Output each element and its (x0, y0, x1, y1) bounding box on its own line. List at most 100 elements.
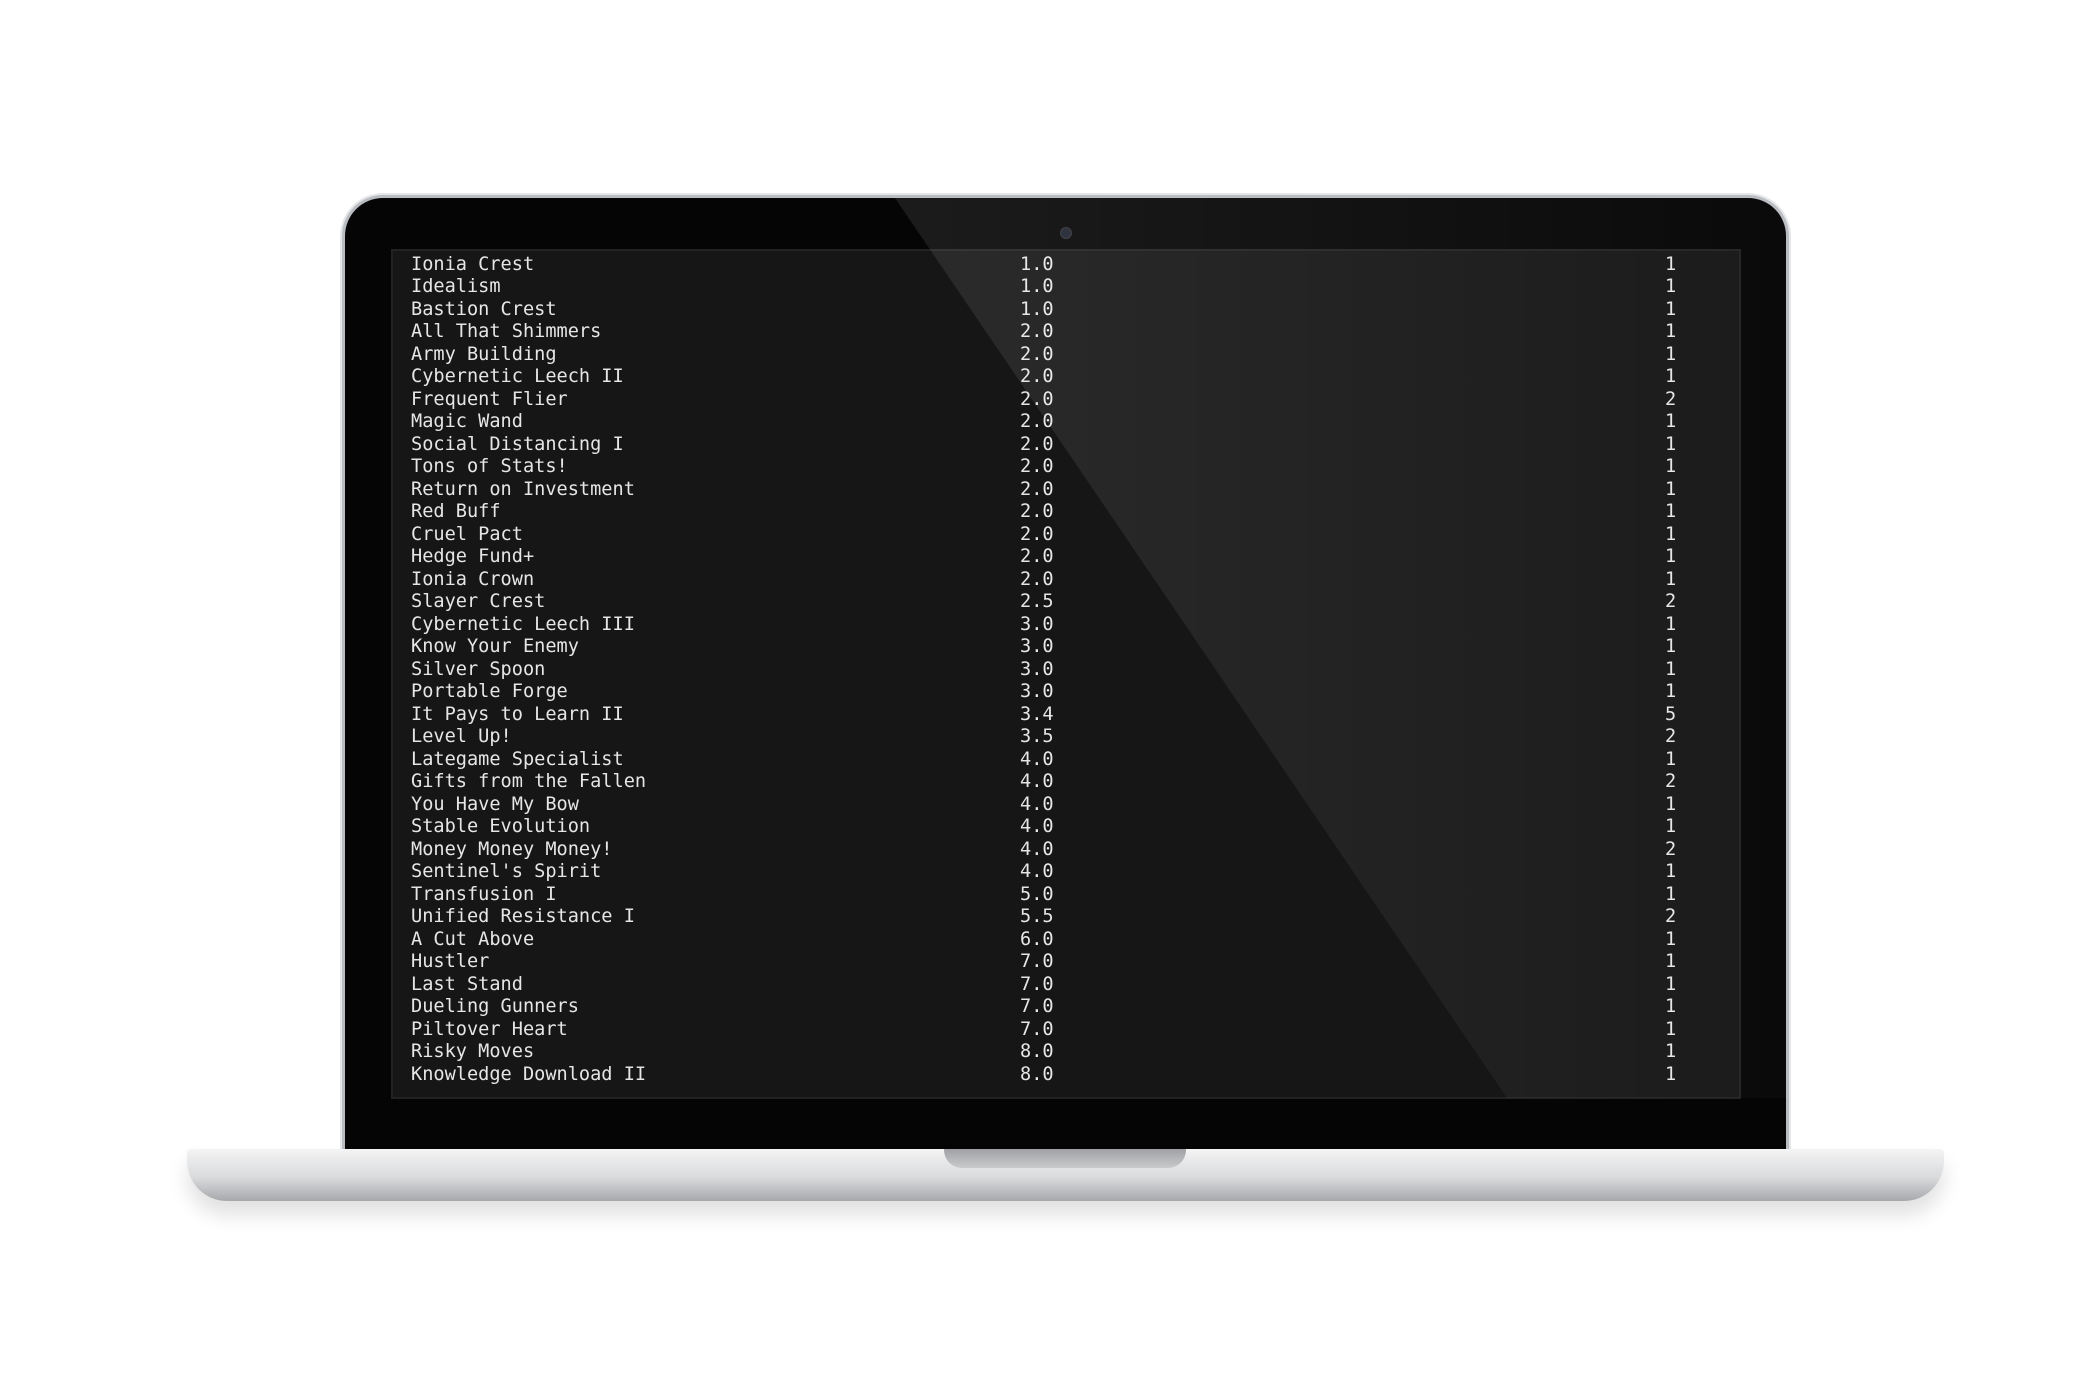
row-name: Cybernetic Leech III (411, 613, 635, 635)
output-row: Social Distancing I 2.0 1 (393, 434, 1739, 457)
row-count: 1 (1665, 1041, 1677, 1062)
terminal-output: Healing Orbs I1.01Ionia Crest1.01Idealis… (393, 251, 1739, 1087)
row-count: 1 (1665, 276, 1677, 297)
row-value: 7.0 (1020, 996, 1054, 1017)
row-name: Ionia Crest (411, 253, 535, 275)
row-count: 1 (1665, 546, 1677, 567)
row-value: 4.0 (1020, 838, 1054, 860)
terminal-window[interactable]: Healing Orbs I1.01Ionia Crest1.01Idealis… (391, 249, 1741, 1099)
row-count: 1 (1665, 253, 1677, 275)
row-name: You Have My Bow (411, 793, 579, 815)
output-row: Piltover Heart 7.0 1 (393, 1019, 1739, 1042)
row-count: 2 (1665, 771, 1677, 792)
row-name: Unified Resistance I (411, 906, 635, 927)
row-value: 2.0 (1020, 456, 1054, 477)
output-row: Army Building 2.0 1 (393, 344, 1739, 367)
row-count: 2 (1665, 388, 1677, 410)
output-row: Sentinel's Spirit 4.0 1 (393, 861, 1739, 884)
row-name: Return on Investment (411, 478, 635, 500)
row-count: 1 (1665, 456, 1677, 477)
row-count: 1 (1665, 681, 1677, 702)
row-value: 2.0 (1020, 523, 1054, 545)
output-row: Red Buff 2.0 1 (393, 501, 1739, 524)
row-name: Portable Forge (411, 681, 568, 702)
row-count: 1 (1665, 883, 1677, 905)
output-row: Dueling Gunners 7.0 1 (393, 996, 1739, 1019)
row-name: Idealism (411, 276, 501, 297)
output-row: Transfusion I 5.0 1 (393, 884, 1739, 907)
row-count: 1 (1665, 321, 1677, 342)
row-name: Transfusion I (411, 883, 557, 905)
row-name: Risky Moves (411, 1041, 535, 1062)
row-count: 1 (1665, 411, 1677, 432)
row-count: 1 (1665, 996, 1677, 1017)
row-name: Cruel Pact (411, 523, 523, 545)
row-count: 2 (1665, 591, 1677, 612)
row-count: 1 (1665, 433, 1677, 455)
output-row: Hustler 7.0 1 (393, 951, 1739, 974)
row-name: Red Buff (411, 501, 501, 522)
row-value: 4.0 (1020, 816, 1054, 837)
webcam-icon (1060, 227, 1072, 239)
row-value: 6.0 (1020, 928, 1054, 950)
row-name: Bastion Crest (411, 298, 557, 320)
row-name: All That Shimmers (411, 321, 602, 342)
row-name: Tons of Stats! (411, 456, 568, 477)
output-row: Level Up! 3.5 2 (393, 726, 1739, 749)
output-row: Last Stand 7.0 1 (393, 974, 1739, 997)
row-name: Lategame Specialist (411, 748, 624, 770)
row-count: 1 (1665, 613, 1677, 635)
row-name: Money Money Money! (411, 838, 613, 860)
row-count: 1 (1665, 523, 1677, 545)
output-row: Hedge Fund+ 2.0 1 (393, 546, 1739, 569)
output-row: Magic Wand 2.0 1 (393, 411, 1739, 434)
row-name: Silver Spoon (411, 658, 546, 680)
row-value: 1.0 (1020, 298, 1054, 320)
row-name: A Cut Above (411, 928, 535, 950)
laptop-notch (944, 1149, 1186, 1168)
output-row: Knowledge Download II 8.0 1 (393, 1064, 1739, 1087)
output-row: Silver Spoon 3.0 1 (393, 659, 1739, 682)
row-value: 4.0 (1020, 748, 1054, 770)
row-name: Sentinel's Spirit (411, 861, 602, 882)
row-count: 2 (1665, 906, 1677, 927)
row-value: 7.0 (1020, 973, 1054, 995)
row-name: Knowledge Download II (411, 1063, 647, 1085)
row-value: 2.0 (1020, 343, 1054, 365)
output-row: Ionia Crest 1.0 1 (393, 254, 1739, 277)
row-value: 5.0 (1020, 883, 1054, 905)
row-value: 2.0 (1020, 388, 1054, 410)
row-value: 2.0 (1020, 546, 1054, 567)
row-count: 1 (1665, 298, 1677, 320)
row-name: It Pays to Learn II (411, 703, 624, 725)
row-value: 4.0 (1020, 861, 1054, 882)
row-count: 1 (1665, 816, 1677, 837)
row-count: 1 (1665, 1018, 1677, 1040)
row-count: 1 (1665, 748, 1677, 770)
row-name: Gifts from the Fallen (411, 771, 647, 792)
row-name: Level Up! (411, 726, 512, 747)
row-value: 2.0 (1020, 321, 1054, 342)
row-value: 7.0 (1020, 1018, 1054, 1040)
row-value: 1.0 (1020, 276, 1054, 297)
output-row: Cruel Pact 2.0 1 (393, 524, 1739, 547)
output-row: Return on Investment 2.0 1 (393, 479, 1739, 502)
row-count: 1 (1665, 501, 1677, 522)
row-count: 1 (1665, 861, 1677, 882)
row-value: 3.0 (1020, 681, 1054, 702)
row-count: 1 (1665, 951, 1677, 972)
output-row: Idealism 1.0 1 (393, 276, 1739, 299)
output-row: Bastion Crest 1.0 1 (393, 299, 1739, 322)
row-value: 4.0 (1020, 793, 1054, 815)
output-row: Lategame Specialist 4.0 1 (393, 749, 1739, 772)
row-value: 2.0 (1020, 478, 1054, 500)
row-value: 2.0 (1020, 568, 1054, 590)
row-value: 8.0 (1020, 1041, 1054, 1062)
row-name: Slayer Crest (411, 591, 546, 612)
row-count: 1 (1665, 478, 1677, 500)
row-count: 1 (1665, 343, 1677, 365)
row-name: Ionia Crown (411, 568, 535, 590)
row-value: 2.5 (1020, 591, 1054, 612)
row-count: 1 (1665, 568, 1677, 590)
row-name: Last Stand (411, 973, 523, 995)
